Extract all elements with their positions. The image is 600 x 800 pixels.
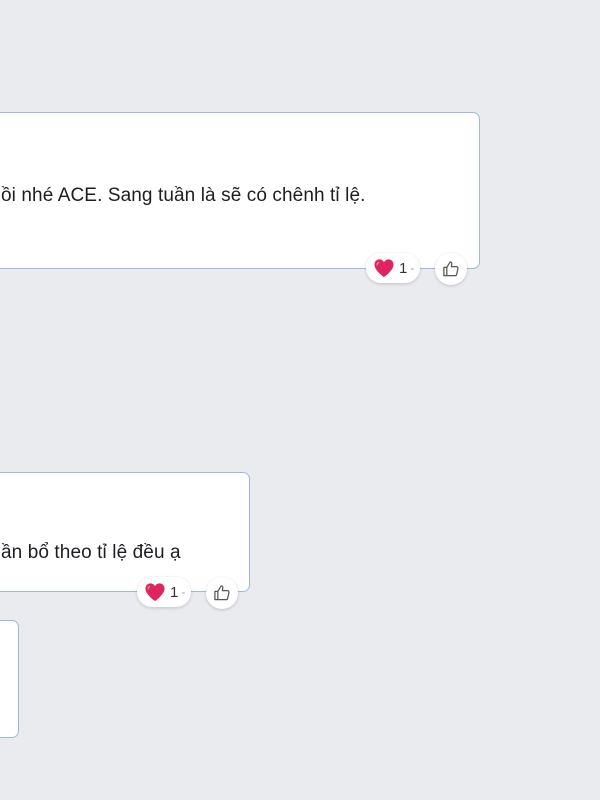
- reaction-count: 1: [170, 583, 179, 601]
- thumbs-up-icon: [214, 585, 230, 601]
- message-text: ồi nhé ACE. Sang tuần là sẽ có chênh tỉ …: [1, 185, 366, 206]
- heart-icon: [145, 583, 165, 602]
- thumbs-up-icon: [443, 261, 459, 277]
- reaction-separator: -: [181, 585, 186, 599]
- message-text: ần bổ theo tỉ lệ đều ạ: [1, 542, 181, 563]
- message-bubble-1[interactable]: ồi nhé ACE. Sang tuần là sẽ có chênh tỉ …: [0, 112, 480, 269]
- message-bubble-2[interactable]: ần bổ theo tỉ lệ đều ạ: [0, 472, 250, 592]
- reaction-count: 1: [399, 259, 408, 277]
- reaction-pill-2[interactable]: 1 -: [137, 577, 192, 607]
- like-button-2[interactable]: [206, 577, 238, 609]
- message-bubble-3[interactable]: [0, 620, 19, 738]
- chat-area: ồi nhé ACE. Sang tuần là sẽ có chênh tỉ …: [0, 0, 600, 800]
- like-button-1[interactable]: [435, 253, 467, 285]
- heart-icon: [374, 259, 394, 278]
- reaction-separator: -: [410, 261, 415, 275]
- reaction-pill-1[interactable]: 1 -: [366, 253, 421, 283]
